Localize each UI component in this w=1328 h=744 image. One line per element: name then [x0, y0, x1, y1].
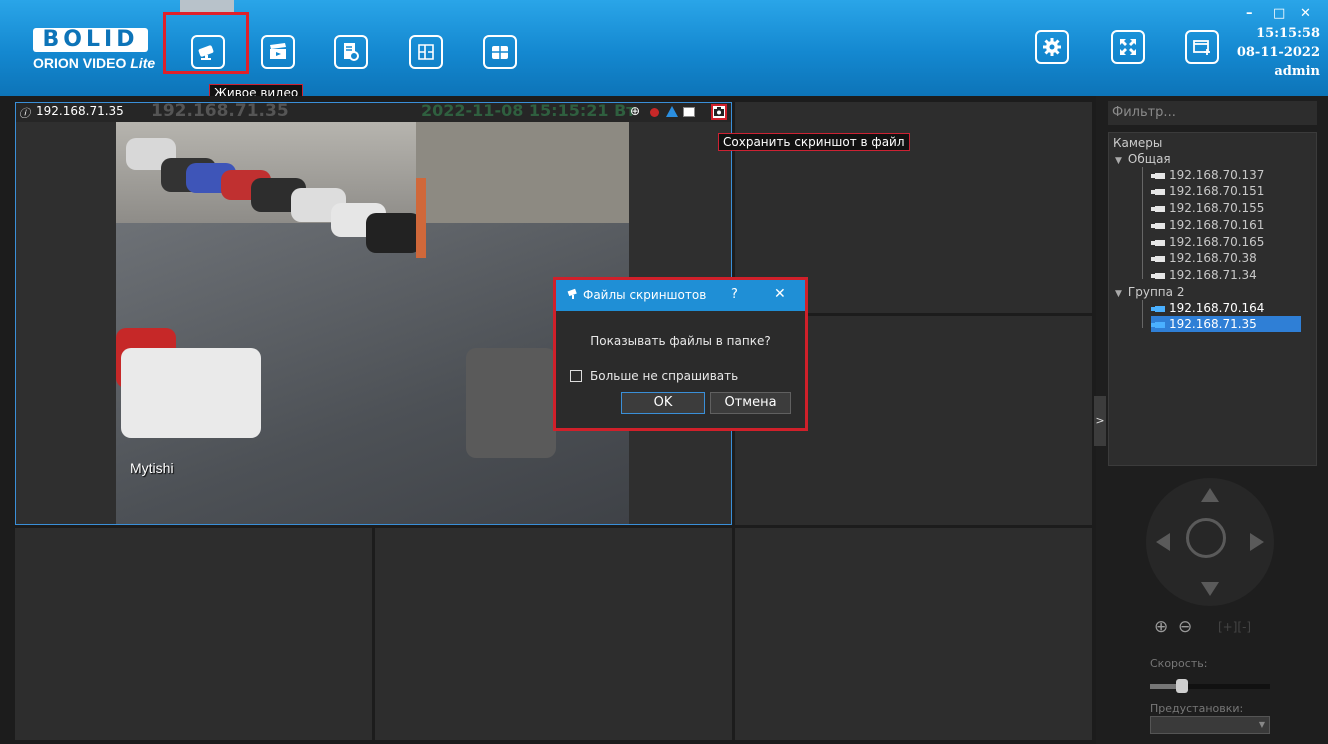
dialog-question: Показывать файлы в папке? [590, 334, 771, 348]
osd-datetime: 2022-11-08 15:15:21 Вт [421, 101, 636, 120]
screenshot-tooltip: Сохранить скриншот в файл [718, 133, 910, 151]
tree-camera-item[interactable]: 192.168.70.137 [1151, 167, 1264, 183]
tree-camera-item[interactable]: 192.168.70.165 [1151, 234, 1264, 250]
dialog-help-button[interactable]: ? [731, 287, 738, 302]
camera-icon [1151, 272, 1165, 280]
video-osd-location: Mytishi [130, 460, 174, 476]
active-tab-indicator [180, 0, 234, 12]
nav-events-button[interactable] [329, 30, 373, 74]
tree-camera-item[interactable]: 192.168.70.164 [1151, 300, 1264, 316]
time-label: 15:15:58 [1256, 26, 1320, 41]
ok-button[interactable]: OK [621, 392, 705, 414]
nav-plans-button[interactable] [404, 30, 448, 74]
zoom-out-icon[interactable]: ⊖ [1178, 617, 1192, 637]
dont-ask-checkbox[interactable] [570, 370, 582, 382]
record-icon[interactable] [650, 108, 659, 117]
dialog-title: Файлы скриншотов [583, 288, 707, 302]
date-label: 08-11-2022 [1236, 45, 1320, 60]
title-bar: BOLID ORION VIDEO Lite – □ ✕ 15:15:58 08… [0, 0, 1328, 96]
video-barrier [416, 178, 426, 258]
presets-label: Предустановки: [1150, 702, 1244, 715]
tree-camera-item[interactable]: 192.168.70.155 [1151, 200, 1264, 216]
window-plus-icon [1185, 30, 1219, 64]
logo-product: ORION VIDEO Lite [33, 55, 156, 71]
camera-tile-toolbar: ⓘ 192.168.71.35 192.168.71.35 2022-11-08… [16, 101, 731, 122]
zoom-icon[interactable]: ⊕ [630, 104, 640, 118]
ptz-joystick[interactable] [1146, 478, 1274, 606]
dialog-title-bar: Файлы скриншотов ? ✕ [556, 280, 805, 311]
ptz-center-zoom-icon[interactable] [1186, 518, 1226, 558]
nav-archive-button[interactable] [256, 30, 300, 74]
camera-icon [1151, 172, 1165, 180]
camera-tile-empty-4[interactable] [375, 528, 732, 740]
tree-camera-item-selected[interactable]: 192.168.71.35 [1151, 316, 1301, 332]
gear-icon [1035, 30, 1069, 64]
tree-line [1142, 300, 1143, 328]
tree-camera-item[interactable]: 192.168.70.161 [1151, 217, 1264, 233]
app-logo: BOLID ORION VIDEO Lite [33, 28, 155, 72]
floor-plan-icon [409, 35, 443, 69]
chevron-down-icon: ▼ [1258, 720, 1265, 729]
dont-ask-label[interactable]: Больше не спрашивать [590, 369, 738, 383]
camera-filter-input[interactable]: Фильтр... [1108, 101, 1317, 125]
cctv-camera-icon [567, 288, 579, 303]
camera-tile-empty-5[interactable] [735, 528, 1092, 740]
camera-icon [1151, 321, 1165, 329]
close-button[interactable]: ✕ [1300, 6, 1311, 21]
camera-ip-label: 192.168.71.35 [36, 104, 124, 118]
nav-live-video-button[interactable] [186, 30, 230, 74]
screenshot-files-dialog: Файлы скриншотов ? ✕ Показывать файлы в … [553, 277, 808, 431]
logo-brand: BOLID [33, 28, 148, 52]
stream-icon[interactable] [683, 107, 695, 117]
clapperboard-icon [261, 35, 295, 69]
speed-label: Скорость: [1150, 657, 1208, 670]
dialog-close-button[interactable]: ✕ [774, 286, 786, 302]
camera-icon [1151, 205, 1165, 213]
ptz-left-icon[interactable] [1156, 533, 1170, 551]
camera-screenshot-icon[interactable] [711, 104, 727, 120]
zoom-in-icon[interactable]: ⊕ [1154, 617, 1168, 637]
tree-camera-item[interactable]: 192.168.70.38 [1151, 250, 1257, 266]
tree-line [1142, 167, 1143, 279]
document-search-icon [334, 35, 368, 69]
tree-camera-item[interactable]: 192.168.71.34 [1151, 267, 1257, 283]
camera-icon [1151, 222, 1165, 230]
cctv-camera-icon [191, 35, 225, 69]
expand-arrows-icon [1111, 30, 1145, 64]
video-car [121, 348, 261, 438]
video-car [466, 348, 556, 458]
ptz-up-icon[interactable] [1201, 488, 1219, 502]
panel-collapse-toggle[interactable]: > [1094, 396, 1106, 446]
speed-slider-handle[interactable] [1176, 679, 1188, 693]
layout-grid-icon [483, 35, 517, 69]
camera-tile-empty-3[interactable] [15, 528, 372, 740]
settings-button[interactable] [1030, 25, 1074, 69]
info-icon[interactable]: ⓘ [19, 105, 30, 121]
ptz-down-icon[interactable] [1201, 582, 1219, 596]
camera-tree: Камеры ▼ Общая 192.168.70.137 192.168.70.… [1108, 132, 1317, 466]
nav-layouts-button[interactable] [478, 30, 522, 74]
camera-icon [1151, 188, 1165, 196]
alarm-icon[interactable] [666, 106, 678, 117]
add-window-button[interactable] [1180, 25, 1224, 69]
clock: 15:15:58 08-11-2022 admin [1237, 24, 1320, 81]
fullscreen-button[interactable] [1106, 25, 1150, 69]
tree-root-cameras[interactable]: Камеры [1113, 135, 1162, 151]
camera-icon [1151, 305, 1165, 313]
tree-group-general[interactable]: ▼ Общая [1115, 151, 1171, 167]
user-label: admin [1274, 64, 1320, 79]
cancel-button[interactable]: Отмена [710, 392, 791, 414]
focus-icons[interactable]: [+][-] [1218, 620, 1251, 634]
video-car [366, 213, 421, 253]
osd-camera-ip: 192.168.71.35 [151, 101, 289, 121]
maximize-button[interactable]: □ [1273, 6, 1285, 21]
camera-icon [1151, 255, 1165, 263]
minimize-button[interactable]: – [1246, 6, 1253, 21]
presets-dropdown[interactable]: ▼ [1150, 716, 1270, 734]
ptz-right-icon[interactable] [1250, 533, 1264, 551]
camera-icon [1151, 239, 1165, 247]
tree-camera-item[interactable]: 192.168.70.151 [1151, 183, 1264, 199]
tree-group-2[interactable]: ▼ Группа 2 [1115, 284, 1184, 300]
